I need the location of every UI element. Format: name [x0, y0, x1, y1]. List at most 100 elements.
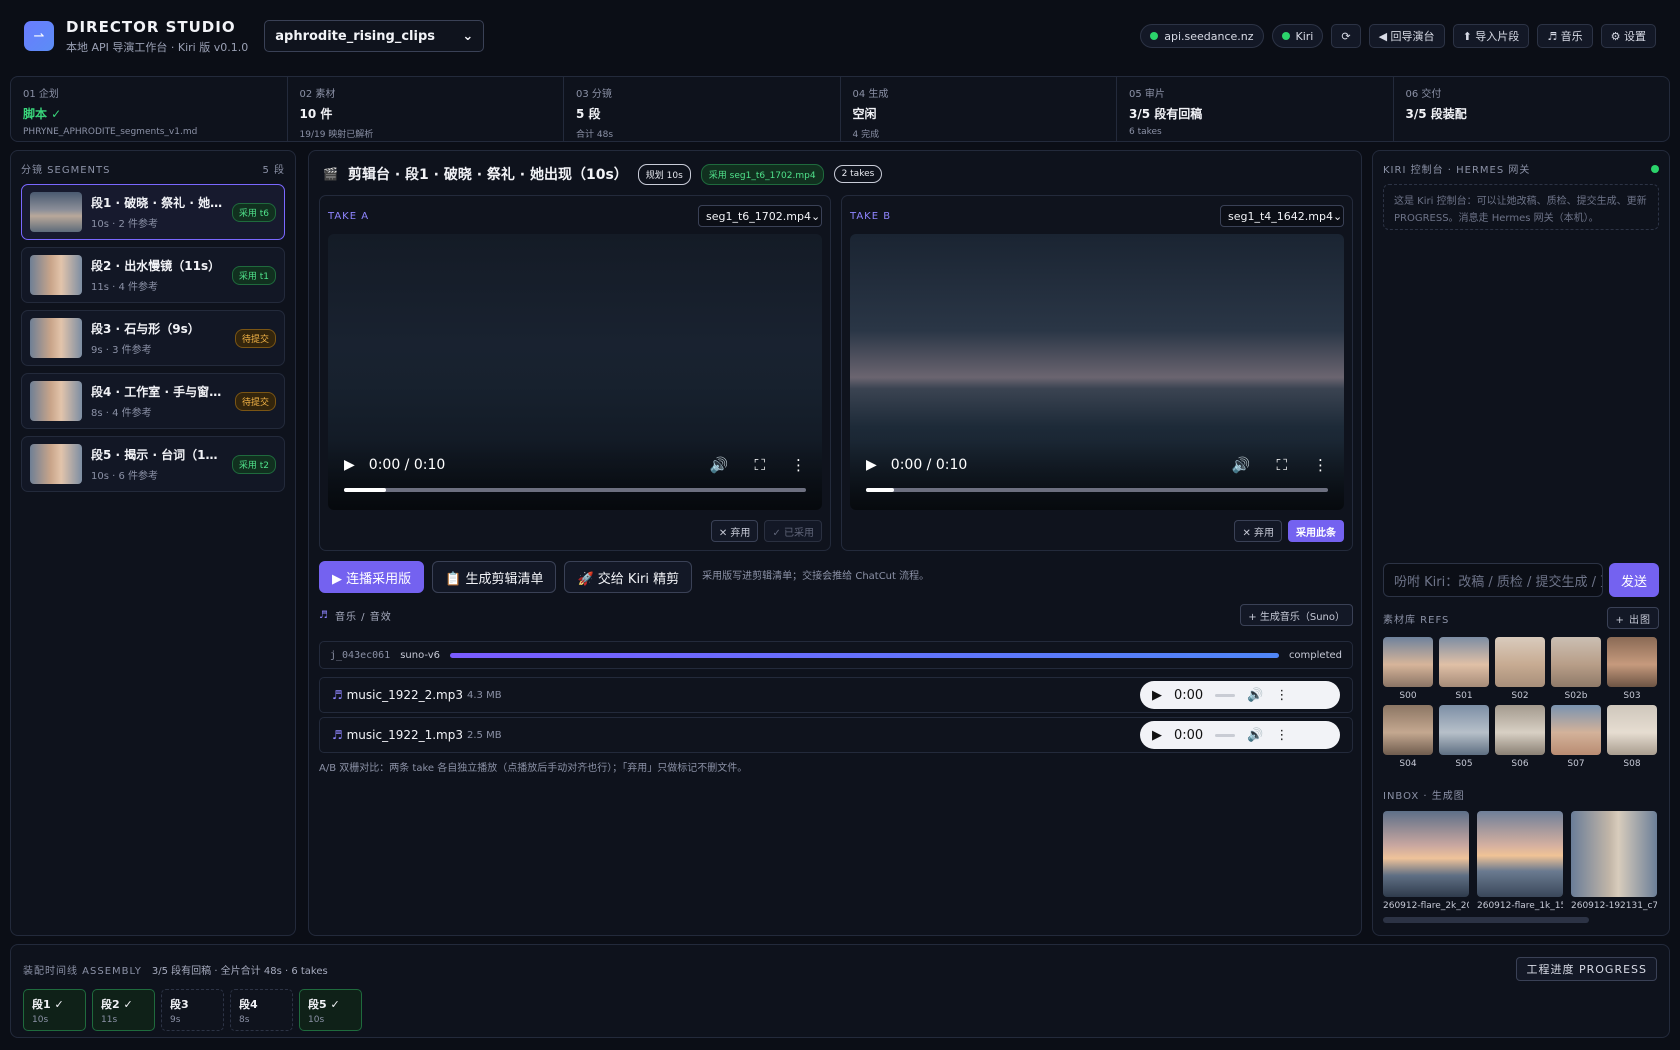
- send-button[interactable]: 发送: [1609, 563, 1659, 597]
- ref-item[interactable]: S02b: [1551, 637, 1601, 701]
- stage-assets[interactable]: 02 素材 10 件 19/19 映射已解析: [288, 77, 564, 141]
- take-a-adopted-button[interactable]: ✓ 已采用: [764, 520, 822, 542]
- take-a-discard-button[interactable]: ✕ 弃用: [710, 520, 759, 542]
- inbox-item[interactable]: 260912-flare_1k_15: [1477, 811, 1563, 911]
- stage-detail: 19/19 映射已解析: [299, 130, 374, 140]
- more-options-icon[interactable]: ⋮: [1275, 688, 1288, 703]
- editor-header: 🎬 剪辑台 · 段1 · 破晓 · 祭礼 · 她出现（10s） 规划 10s 采…: [309, 151, 1361, 197]
- segment-info: 段4 · 工作室 · 手与窗（8s） 8s · 4 件参考: [91, 383, 229, 419]
- assembly-item[interactable]: 段1 ✓ 10s: [23, 989, 86, 1031]
- play-adopted-button[interactable]: ▶ 连播采用版: [319, 561, 425, 593]
- ref-item[interactable]: S00: [1383, 637, 1433, 701]
- play-icon[interactable]: ▶: [344, 457, 355, 473]
- volume-icon[interactable]: 🔊: [710, 456, 729, 474]
- project-select[interactable]: aphrodite_rising_clips ⌄: [264, 20, 485, 52]
- music-note-icon: ♬: [319, 609, 329, 621]
- take-b-adopt-button[interactable]: 采用此条: [1288, 520, 1344, 542]
- ref-item[interactable]: S04: [1383, 705, 1433, 769]
- audio-player[interactable]: ▶ 0:00 🔊 ⋮: [1140, 681, 1340, 709]
- take-a-file-select[interactable]: seg1_t6_1702.mp4 ⌄: [698, 205, 822, 227]
- take-a-video-player[interactable]: ▶ 0:00 / 0:10 🔊 ⛶ ⋮: [328, 234, 822, 510]
- make-edit-list-button[interactable]: 📋 生成剪辑清单: [432, 561, 557, 593]
- ref-item[interactable]: S05: [1439, 705, 1489, 769]
- video-seek-bar[interactable]: [344, 488, 806, 492]
- volume-icon[interactable]: 🔊: [1247, 688, 1263, 703]
- stage-detail: PHRYNE_APHRODITE_segments_v1.md: [23, 127, 198, 137]
- stage-value: 10 件: [299, 107, 333, 121]
- segment-title: 段4 · 工作室 · 手与窗（8s）: [91, 385, 229, 399]
- audio-seek-bar[interactable]: [1215, 733, 1236, 737]
- ref-label: S01: [1455, 691, 1473, 701]
- kiri-status-pill[interactable]: Kiri: [1271, 24, 1324, 48]
- kiri-chat-input[interactable]: 吩咐 Kiri：改稿 / 质检 / 提交生成 / 更新: [1383, 563, 1603, 597]
- chevron-down-icon: ⌄: [462, 28, 474, 44]
- kiri-header: KIRI 控制台 · HERMES 网关: [1383, 161, 1659, 176]
- segment-meta: 10s · 6 件参考: [91, 471, 159, 482]
- assembly-item[interactable]: 段2 ✓ 11s: [92, 989, 155, 1031]
- play-icon[interactable]: ▶: [866, 457, 877, 473]
- play-icon[interactable]: ▶: [1152, 728, 1162, 743]
- api-status-pill[interactable]: api.seedance.nz: [1140, 24, 1264, 48]
- video-seek-bar[interactable]: [866, 488, 1328, 492]
- generate-music-button[interactable]: + 生成音乐（Suno）: [1240, 604, 1353, 626]
- import-clips-button[interactable]: ⬆ 导入片段: [1452, 24, 1530, 48]
- ref-thumbnail: [1607, 705, 1657, 755]
- actions-hint: 采用版写进剪辑清单；交接会推给 ChatCut 流程。: [702, 571, 930, 582]
- audio-player[interactable]: ▶ 0:00 🔊 ⋮: [1140, 721, 1340, 749]
- ref-item[interactable]: S02: [1495, 637, 1545, 701]
- back-to-director-button[interactable]: ◀ 回导演台: [1368, 24, 1445, 48]
- progress-button[interactable]: 工程进度 PROGRESS: [1516, 957, 1657, 981]
- ref-item[interactable]: S06: [1495, 705, 1545, 769]
- take-a-card: TAKE A seg1_t6_1702.mp4 ⌄ ▶ 0:00 / 0:10 …: [319, 195, 831, 551]
- assembly-item-name: 段5 ✓: [308, 998, 340, 1011]
- stage-deliver[interactable]: 06 交付 3/5 段装配: [1394, 77, 1670, 141]
- more-options-icon[interactable]: ⋮: [791, 456, 806, 474]
- assembly-item-duration: 11s: [101, 1015, 118, 1025]
- segment-meta: 8s · 4 件参考: [91, 408, 152, 419]
- ref-label: S06: [1511, 759, 1529, 769]
- fullscreen-icon[interactable]: ⛶: [754, 456, 765, 474]
- video-controls: ▶ 0:00 / 0:10 🔊 ⛶ ⋮: [850, 440, 1344, 510]
- music-label-text: 音乐 / 音效: [334, 611, 392, 623]
- segment-item-5[interactable]: 段5 · 揭示 · 台词（10s） 10s · 6 件参考 采用 t2: [21, 436, 285, 492]
- ref-thumbnail: [1495, 705, 1545, 755]
- volume-icon[interactable]: 🔊: [1232, 456, 1251, 474]
- more-options-icon[interactable]: ⋮: [1275, 728, 1288, 743]
- take-b-file-select[interactable]: seg1_t4_1642.mp4 ⌄: [1220, 205, 1344, 227]
- settings-button[interactable]: ⚙ 设置: [1600, 24, 1656, 48]
- ref-item[interactable]: S07: [1551, 705, 1601, 769]
- track-name: music_1922_1.mp3: [346, 728, 464, 742]
- stage-storyboard[interactable]: 03 分镜 5 段 合计 48s: [564, 77, 841, 141]
- take-b-video-player[interactable]: ▶ 0:00 / 0:10 🔊 ⛶ ⋮: [850, 234, 1344, 510]
- generate-image-button[interactable]: + 出图: [1607, 607, 1659, 629]
- take-b-discard-button[interactable]: ✕ 弃用: [1234, 520, 1282, 542]
- fullscreen-icon[interactable]: ⛶: [1276, 456, 1287, 474]
- status-dot-icon: [1150, 32, 1159, 40]
- ref-item[interactable]: S03: [1607, 637, 1657, 701]
- segment-item-2[interactable]: 段2 · 出水慢镜（11s） 11s · 4 件参考 采用 t1: [21, 247, 285, 303]
- inbox-item[interactable]: 260912-flare_2k_20: [1383, 811, 1469, 911]
- inbox-item[interactable]: 260912-192131_c7aa: [1571, 811, 1657, 911]
- inbox-scrollbar[interactable]: [1383, 917, 1589, 923]
- play-icon[interactable]: ▶: [1152, 688, 1162, 703]
- audio-seek-bar[interactable]: [1215, 693, 1236, 697]
- handoff-kiri-button[interactable]: 🚀 交给 Kiri 精剪: [564, 561, 693, 593]
- director-studio-app: ⇀ DIRECTOR STUDIO 本地 API 导演工作台 · Kiri 版 …: [0, 0, 1680, 1050]
- take-b-file-value: seg1_t4_1642.mp4: [1228, 209, 1333, 223]
- stage-generate[interactable]: 04 生成 空闲 4 完成: [841, 77, 1117, 141]
- volume-icon[interactable]: 🔊: [1247, 728, 1263, 743]
- assembly-item[interactable]: 段3 9s: [161, 989, 224, 1031]
- segment-item-1[interactable]: 段1 · 破晓 · 祭礼 · 她出现（10s） 10s · 2 件参考 采用 t…: [21, 184, 285, 240]
- ref-item[interactable]: S08: [1607, 705, 1657, 769]
- assembly-item[interactable]: 段4 8s: [230, 989, 293, 1031]
- segment-item-4[interactable]: 段4 · 工作室 · 手与窗（8s） 8s · 4 件参考 待提交: [21, 373, 285, 429]
- stage-planning[interactable]: 01 企划 脚本 ✓ PHRYNE_APHRODITE_segments_v1.…: [11, 77, 288, 141]
- more-options-icon[interactable]: ⋮: [1313, 456, 1328, 474]
- music-button[interactable]: ♬ 音乐: [1537, 24, 1593, 48]
- ref-label: S03: [1623, 691, 1641, 701]
- segment-item-3[interactable]: 段3 · 石与形（9s） 9s · 3 件参考 待提交: [21, 310, 285, 366]
- assembly-item[interactable]: 段5 ✓ 10s: [299, 989, 362, 1031]
- stage-review[interactable]: 05 审片 3/5 段有回稿 6 takes: [1117, 77, 1394, 141]
- refresh-button[interactable]: ⟳: [1331, 24, 1361, 48]
- ref-item[interactable]: S01: [1439, 637, 1489, 701]
